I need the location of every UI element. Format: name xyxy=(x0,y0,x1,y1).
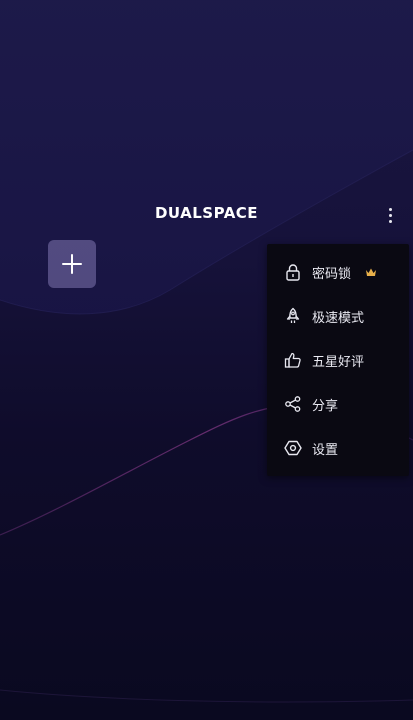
thumbs-up-icon xyxy=(283,350,303,370)
app-screen: DUALSPACE 密码锁 极速模式 五星好评 分享 设置 xyxy=(0,0,413,720)
more-vertical-icon xyxy=(388,207,392,211)
overflow-menu: 密码锁 极速模式 五星好评 分享 设置 xyxy=(267,244,409,476)
plus-icon xyxy=(62,254,82,274)
menu-item-five-star-rating[interactable]: 五星好评 xyxy=(267,340,409,380)
lock-icon xyxy=(283,262,303,282)
more-vertical-icon-dot xyxy=(388,219,392,223)
menu-item-label: 分享 xyxy=(312,398,339,414)
app-logo: DUALSPACE xyxy=(154,204,259,222)
crown-icon xyxy=(366,268,376,276)
menu-item-label: 设置 xyxy=(312,442,339,458)
menu-item-label: 极速模式 xyxy=(312,310,365,326)
menu-item-share[interactable]: 分享 xyxy=(267,384,409,424)
settings-icon xyxy=(283,438,303,458)
more-vertical-icon-dot xyxy=(388,213,392,217)
menu-item-speed-mode[interactable]: 极速模式 xyxy=(267,296,409,336)
menu-item-settings[interactable]: 设置 xyxy=(267,428,409,468)
rocket-icon xyxy=(283,306,303,326)
add-app-button[interactable] xyxy=(48,240,96,288)
share-icon xyxy=(283,394,303,414)
menu-item-password-lock[interactable]: 密码锁 xyxy=(267,252,409,292)
menu-item-label: 五星好评 xyxy=(312,354,365,370)
more-options-button[interactable] xyxy=(380,202,400,228)
menu-item-label: 密码锁 xyxy=(312,266,352,282)
